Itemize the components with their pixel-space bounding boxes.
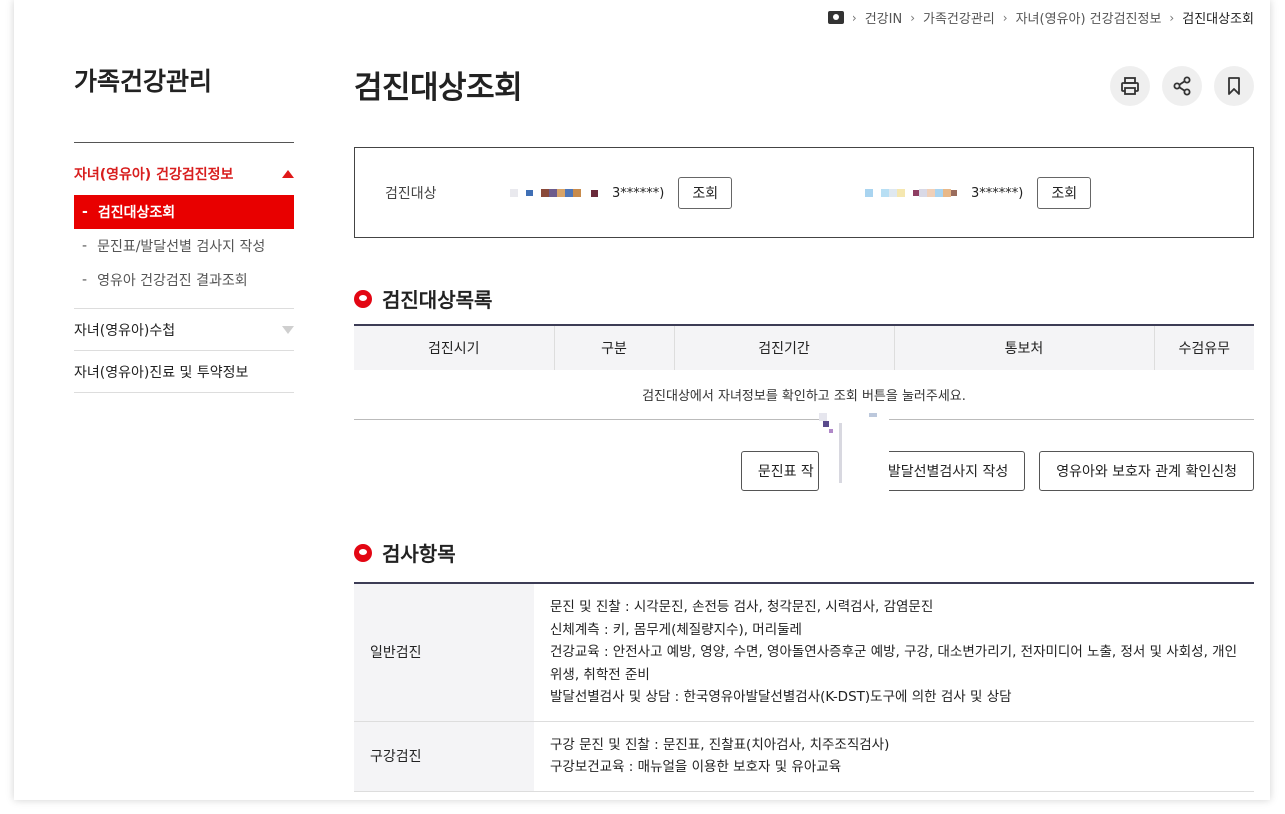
lookup-button[interactable]: 조회 — [678, 177, 733, 209]
chevron-right-icon: › — [910, 10, 915, 25]
section-title-items: 검사항목 — [354, 538, 456, 567]
lookup-button[interactable]: 조회 — [1037, 177, 1092, 209]
checkup-list-table: 검진시기 구분 검진기간 통보처 수검유무 검진대상에서 자녀정보를 확인하고 … — [354, 324, 1254, 420]
section-title-text: 검진대상목록 — [382, 288, 493, 312]
dash-icon: - — [82, 238, 88, 254]
sidebar-item-questionnaire[interactable]: - 문진표/발달선별 검사지 작성 — [74, 229, 294, 263]
guardian-relation-button[interactable]: 영유아와 보호자 관계 확인신청 — [1039, 451, 1254, 491]
sidebar-group-label: 자녀(영유아) 건강검진정보 — [74, 167, 234, 183]
table-row: 일반검진 문진 및 진찰 : 시각문진, 손전등 검사, 청각문진, 시력검사,… — [354, 582, 1254, 721]
expand-arrow-icon — [282, 325, 294, 334]
masked-name-image — [865, 185, 957, 201]
sidebar-item-handbook[interactable]: 자녀(영유아)수첩 — [74, 309, 294, 351]
questionnaire-button[interactable]: 문진표 작 — [740, 451, 819, 491]
chevron-right-icon: › — [851, 10, 857, 25]
row-content: 구강 문진 및 진찰 : 문진표, 진찰표(치아검사, 치주조직검사) 구강보건… — [534, 721, 1254, 791]
collapse-arrow-icon — [282, 170, 294, 178]
checkup-target-box: 검진대상 3******) 조회 3******) 조회 — [354, 147, 1254, 238]
sidebar-item-label: 자녀(영유아)수첩 — [74, 322, 176, 339]
action-buttons: 문진표 작 발달선별검사지 작성 영유아와 보호자 관계 확인신청 — [740, 403, 1254, 497]
sidebar-item-treatment[interactable]: 자녀(영유아)진료 및 투약정보 — [74, 351, 294, 393]
divider — [74, 297, 294, 309]
item-line: 구강 문진 및 진찰 : 문진표, 진찰표(치아검사, 치주조직검사) — [550, 736, 890, 753]
masked-id: 3******) — [971, 185, 1024, 201]
print-button[interactable] — [1110, 66, 1150, 106]
row-label: 구강검진 — [354, 721, 534, 791]
page-frame: › 건강IN › 가족건강관리 › 자녀(영유아) 건강검진정보 › 검진대상 조… — [14, 0, 1270, 800]
main-content: 검진대상 조회 검진대상 3******) 조회 3******) 조회 검진대상… — [354, 62, 1254, 791]
sidebar-group-checkup: 자녀(영유아) 건강검진정보 - 검진대상조회 - 문진표/발달선별 검사지 작… — [74, 155, 294, 309]
sidebar-item-results[interactable]: - 영유아 건강검진 결과조회 — [74, 263, 294, 297]
empty-message: 검진대상에서 자녀정보를 확인하고 조회 버튼을 눌러주세요. — [354, 370, 1254, 420]
location-pin-icon — [354, 289, 372, 308]
column-header: 검진시기 — [354, 324, 555, 370]
chevron-right-icon: › — [1002, 10, 1008, 25]
row-content: 문진 및 진찰 : 시각문진, 손전등 검사, 청각문진, 시력검사, 감염문진… — [534, 582, 1254, 721]
page-tools — [1110, 66, 1254, 106]
print-icon — [1121, 77, 1139, 95]
sidebar: 가족건강관리 자녀(영유아) 건강검진정보 - 검진대상조회 - 문진표/발달선… — [74, 62, 294, 393]
child-entry: 3******) 조회 — [510, 177, 733, 209]
table-row: 검진대상에서 자녀정보를 확인하고 조회 버튼을 눌러주세요. — [354, 370, 1254, 420]
item-line: 건강교육 : 안전사고 예방, 영양, 수면, 영아돌연사증후군 예방, 구강,… — [550, 644, 1237, 683]
sidebar-item-label: 검진대상조회 — [97, 205, 176, 221]
sidebar-title: 가족건강관리 — [74, 62, 294, 143]
dash-icon: - — [82, 272, 88, 288]
breadcrumb-current: 검진대상조회 — [1182, 12, 1254, 27]
item-line: 문진 및 진찰 : 시각문진, 손전등 검사, 청각문진, 시력검사, 감염문진 — [550, 599, 934, 615]
child-entry: 3******) 조회 — [865, 177, 1092, 209]
bookmark-button[interactable] — [1214, 66, 1254, 106]
sidebar-item-label: 영유아 건강검진 결과조회 — [97, 273, 248, 289]
item-line: 신체계측 : 키, 몸무게(체질량지수), 머리둘레 — [550, 621, 802, 638]
column-header: 수검유무 — [1154, 324, 1254, 370]
item-line: 구강보건교육 : 매뉴얼을 이용한 보호자 및 유아교육 — [550, 759, 842, 775]
sidebar-group-toggle[interactable]: 자녀(영유아) 건강검진정보 — [74, 155, 294, 193]
section-title-text: 검사항목 — [382, 542, 456, 566]
breadcrumb-item[interactable]: 건강IN — [865, 8, 902, 27]
bookmark-icon — [1228, 77, 1240, 95]
sidebar-item-target-lookup[interactable]: - 검진대상조회 — [74, 195, 294, 229]
dash-icon: - — [82, 204, 88, 220]
item-line: 발달선별검사 및 상담 : 한국영유아발달선별검사(K-DST)도구에 의한 검… — [550, 689, 1012, 705]
home-icon[interactable] — [827, 11, 844, 24]
column-header: 검진기간 — [674, 324, 895, 370]
share-icon — [1173, 76, 1191, 96]
breadcrumb-item[interactable]: 가족건강관리 — [923, 8, 995, 27]
sidebar-item-label: 자녀(영유아)진료 및 투약정보 — [74, 364, 249, 381]
chevron-right-icon: › — [1169, 10, 1175, 25]
checkup-items-table: 일반검진 문진 및 진찰 : 시각문진, 손전등 검사, 청각문진, 시력검사,… — [354, 582, 1254, 792]
row-label: 일반검진 — [354, 582, 534, 721]
search-label: 검진대상 — [385, 186, 437, 202]
masked-name-image — [510, 185, 598, 201]
column-header: 구분 — [554, 324, 675, 370]
column-header: 통보처 — [894, 324, 1155, 370]
breadcrumb-item[interactable]: 자녀(영유아) 건강검진정보 — [1016, 8, 1162, 27]
section-title-list: 검진대상목록 — [354, 284, 492, 313]
share-button[interactable] — [1162, 66, 1202, 106]
masked-id: 3******) — [612, 185, 665, 201]
sidebar-item-label: 문진표/발달선별 검사지 작성 — [97, 239, 266, 255]
location-pin-icon — [354, 543, 372, 562]
table-row: 구강검진 구강 문진 및 진찰 : 문진표, 진찰표(치아검사, 치주조직검사)… — [354, 721, 1254, 791]
breadcrumb: › 건강IN › 가족건강관리 › 자녀(영유아) 건강검진정보 › 검진대상조… — [827, 8, 1254, 27]
